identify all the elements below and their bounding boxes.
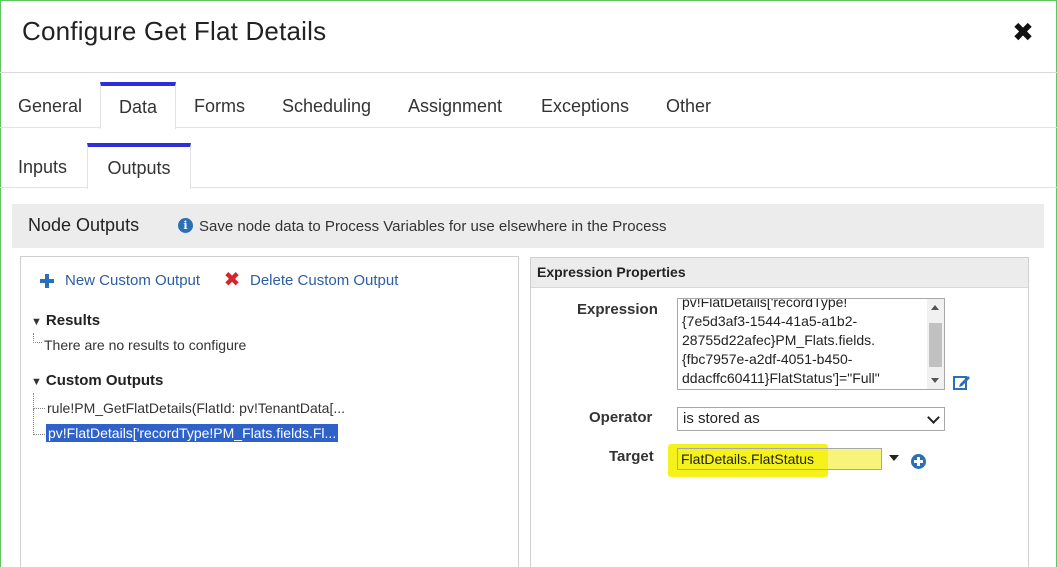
expression-value: pv!FlatDetails['recordType! {7e5d3af3-15… — [682, 298, 880, 386]
plus-icon[interactable] — [39, 273, 55, 289]
results-empty-text: There are no results to configure — [44, 337, 247, 353]
tab-forms[interactable]: Forms — [194, 82, 245, 128]
dialog-title: Configure Get Flat Details — [22, 16, 327, 46]
info-icon: i — [178, 218, 193, 233]
outputs-tree-panel: New Custom Output ✖ Delete Custom Output… — [20, 256, 519, 567]
tree-connector — [33, 409, 45, 435]
subtab-outputs[interactable]: Outputs — [87, 143, 191, 189]
tab-assignment[interactable]: Assignment — [408, 82, 502, 128]
tab-exceptions[interactable]: Exceptions — [541, 82, 629, 128]
expression-properties-title: Expression Properties — [537, 264, 686, 280]
operator-select[interactable]: is stored as — [677, 407, 945, 431]
new-custom-output-link[interactable]: New Custom Output — [65, 272, 200, 289]
add-circle-icon[interactable] — [911, 454, 926, 469]
delete-icon[interactable]: ✖ — [223, 270, 241, 290]
expression-scrollbar[interactable] — [927, 299, 944, 389]
scroll-thumb[interactable] — [929, 323, 942, 367]
node-outputs-title: Node Outputs — [28, 215, 140, 235]
tab-other[interactable]: Other — [666, 82, 711, 128]
expression-properties-panel: Expression Properties Expression pv!Flat… — [530, 257, 1029, 567]
tree-connector — [33, 333, 42, 343]
close-icon[interactable]: ✖ — [1011, 18, 1035, 46]
chevron-down-icon — [927, 411, 940, 424]
target-label: Target — [609, 448, 654, 465]
custom-output-item-selected[interactable]: pv!FlatDetails['recordType!PM_Flats.fiel… — [46, 424, 339, 442]
delete-custom-output-link[interactable]: Delete Custom Output — [250, 272, 398, 289]
caret-down-icon[interactable]: ▼ — [31, 316, 42, 328]
expression-label: Expression — [577, 301, 658, 318]
tree-connector — [33, 393, 45, 409]
target-input[interactable]: FlatDetails.FlatStatus — [677, 448, 882, 470]
node-outputs-bar: Node Outputs i Save node data to Process… — [12, 204, 1044, 248]
results-header[interactable]: ▼ Results — [31, 312, 100, 329]
subtab-inputs[interactable]: Inputs — [18, 143, 67, 188]
scroll-up-icon[interactable] — [931, 305, 939, 310]
expression-textarea[interactable]: pv!FlatDetails['recordType! {7e5d3af3-15… — [677, 298, 945, 390]
node-outputs-description: Save node data to Process Variables for … — [199, 218, 667, 235]
edit-expression-icon[interactable] — [953, 374, 971, 390]
target-dropdown-icon[interactable] — [889, 455, 899, 461]
tab-data[interactable]: Data — [100, 82, 176, 129]
scroll-down-icon[interactable] — [931, 378, 939, 383]
tab-general[interactable]: General — [18, 82, 82, 128]
custom-output-item[interactable]: rule!PM_GetFlatDetails(FlatId: pv!Tenant… — [47, 400, 345, 416]
operator-label: Operator — [589, 409, 653, 426]
tab-scheduling[interactable]: Scheduling — [282, 82, 371, 128]
expression-properties-header: Expression Properties — [531, 258, 1028, 288]
main-tabs: General Data Forms Scheduling Assignment… — [0, 82, 1057, 129]
caret-down-icon[interactable]: ▼ — [31, 376, 42, 388]
dialog-header: Configure Get Flat Details ✖ — [0, 0, 1057, 73]
sub-tabs: Inputs Outputs — [0, 143, 1057, 189]
custom-outputs-header[interactable]: ▼ Custom Outputs — [31, 372, 163, 389]
